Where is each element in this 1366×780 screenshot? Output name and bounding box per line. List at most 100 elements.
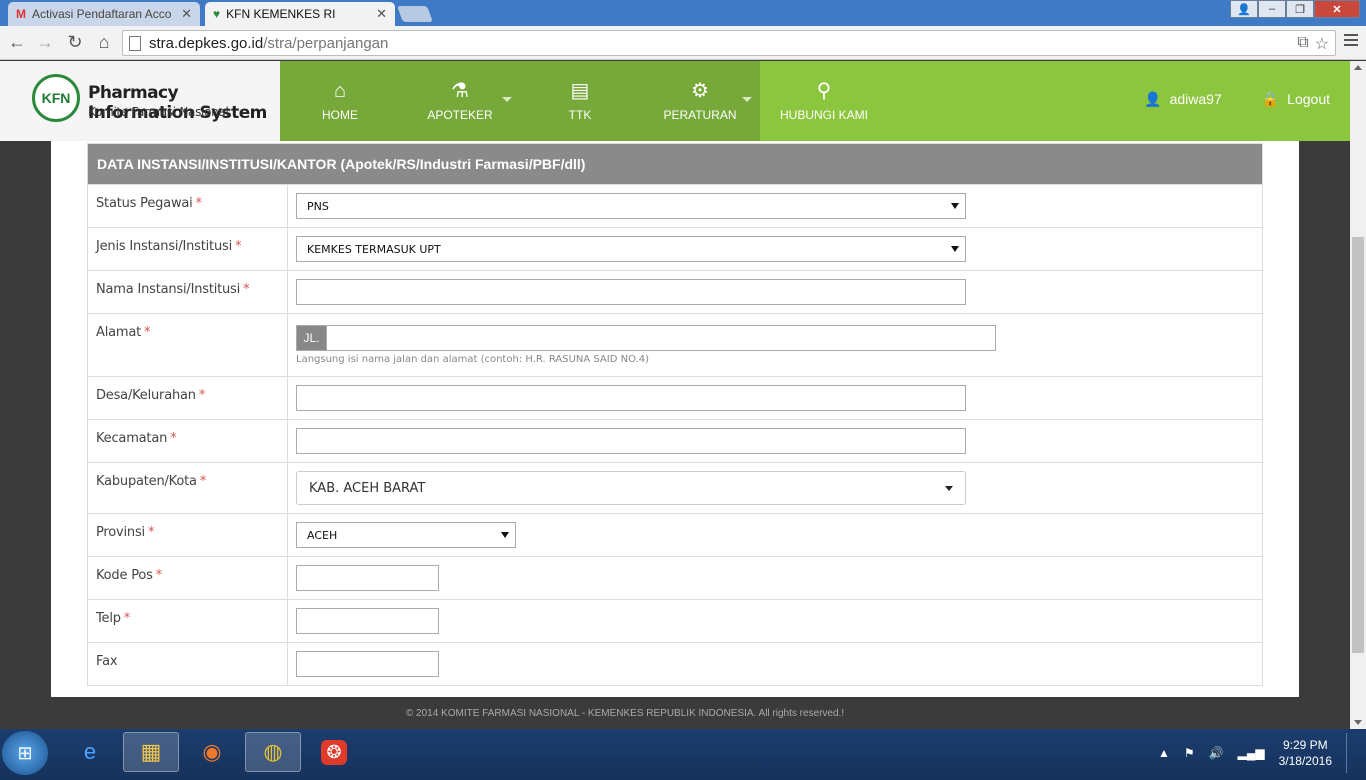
field-cell: ACEH	[288, 514, 1262, 556]
show-hidden-icons[interactable]: ▲	[1158, 746, 1170, 760]
main-nav: ⌂ HOME ⚗ APOTEKER ▤ TTK ⚙ PERATURAN ⚲ HU…	[280, 61, 888, 141]
firefox-icon[interactable]: ◉	[184, 732, 240, 772]
document-icon: ▤	[570, 80, 590, 102]
bookmark-star-icon[interactable]: ☆	[1315, 34, 1329, 54]
kfn-logo: KFN	[32, 74, 80, 122]
url-host: stra.depkes.go.id	[149, 34, 264, 52]
close-tab-icon[interactable]: ✕	[376, 6, 387, 22]
page-icon	[129, 36, 141, 51]
browser-tab-kfn[interactable]: ♥ KFN KEMENKES RI ✕	[205, 2, 395, 26]
browser-tab-strip: M Activasi Pendaftaran Acco ✕ ♥ KFN KEME…	[0, 0, 1366, 26]
label-text: Jenis Instansi/Institusi	[96, 239, 232, 254]
browser-toolbar: ← → ↻ ⌂ stra.depkes.go.id/stra/perpanjan…	[0, 26, 1366, 60]
scroll-down-icon[interactable]	[1354, 720, 1362, 725]
required-mark: *	[234, 239, 242, 254]
nav-hubungi-kami[interactable]: ⚲ HUBUNGI KAMI	[760, 61, 888, 141]
field-label: Desa/Kelurahan *	[88, 377, 288, 419]
clock[interactable]: 9:29 PM 3/18/2016	[1279, 737, 1332, 769]
dropdown-arrow-icon	[501, 532, 509, 538]
form-row-kode-pos: Kode Pos *	[88, 556, 1262, 599]
nav-label: HUBUNGI KAMI	[779, 108, 868, 122]
username: adiwa97	[1169, 91, 1222, 107]
translate-icon[interactable]: ⧉	[1297, 34, 1308, 54]
nav-apoteker[interactable]: ⚗ APOTEKER	[400, 61, 520, 141]
reload-icon[interactable]: ↻	[64, 31, 86, 53]
system-tray: ▲ ⚑ 🔊 ▂▄▆ 9:29 PM 3/18/2016	[1158, 733, 1356, 773]
flag-icon[interactable]: ⚑	[1184, 746, 1195, 760]
required-mark: *	[170, 431, 177, 446]
browser-menu-icon[interactable]	[1344, 34, 1358, 49]
nav-label: APOTEKER	[427, 108, 493, 122]
volume-icon[interactable]: 🔊	[1209, 746, 1224, 760]
field-label: Provinsi *	[88, 514, 288, 556]
scroll-up-icon[interactable]	[1354, 65, 1362, 70]
snagit-icon[interactable]: ❂	[306, 732, 362, 772]
label-text: Desa/Kelurahan	[96, 388, 196, 403]
internet-explorer-icon[interactable]: e	[62, 732, 118, 772]
home-icon: ⌂	[333, 80, 347, 102]
tab-title: KFN KEMENKES RI	[226, 7, 336, 21]
address-bar[interactable]: stra.depkes.go.id/stra/perpanjangan ⧉ ☆	[122, 30, 1336, 56]
brand[interactable]: KFN Pharmacy Information System Komite F…	[0, 61, 280, 141]
chrome-icon[interactable]: ◍	[245, 732, 301, 772]
desa-input[interactable]	[296, 385, 966, 411]
required-mark: *	[198, 388, 206, 403]
network-icon[interactable]: ▂▄▆	[1238, 746, 1265, 760]
form-heading: DATA INSTANSI/INSTITUSI/KANTOR (Apotek/R…	[88, 144, 1262, 184]
logout-link[interactable]: 🔒 Logout	[1262, 91, 1330, 108]
close-tab-icon[interactable]: ✕	[181, 6, 192, 22]
home-icon[interactable]: ⌂	[93, 31, 115, 53]
user-icon[interactable]: 👤	[1230, 0, 1258, 18]
show-desktop-button[interactable]	[1346, 733, 1356, 773]
browser-tab-gmail[interactable]: M Activasi Pendaftaran Acco ✕	[8, 2, 200, 26]
new-tab-button[interactable]	[397, 6, 433, 22]
user-menu[interactable]: 👤 adiwa97	[1144, 91, 1222, 108]
maximize-button[interactable]: ❐	[1286, 0, 1314, 18]
start-button[interactable]: ⊞	[2, 731, 48, 775]
forward-icon[interactable]: →	[34, 31, 56, 53]
field-label: Kabupaten/Kota *	[88, 463, 288, 513]
kecamatan-input[interactable]	[296, 428, 966, 454]
required-mark: *	[123, 611, 131, 626]
close-window-button[interactable]: ✕	[1314, 0, 1360, 18]
nav-peraturan[interactable]: ⚙ PERATURAN	[640, 61, 760, 141]
minimize-button[interactable]: –	[1258, 0, 1286, 18]
file-explorer-icon[interactable]: ▦	[123, 732, 179, 772]
field-cell	[288, 271, 1262, 313]
label-text: Status Pegawai	[96, 196, 193, 211]
dropdown-arrow-icon	[951, 203, 959, 209]
fax-input[interactable]	[296, 651, 439, 677]
back-icon[interactable]: ←	[6, 31, 28, 53]
field-label: Kecamatan *	[88, 420, 288, 462]
telp-input[interactable]	[296, 608, 439, 634]
nav-ttk[interactable]: ▤ TTK	[520, 61, 640, 141]
alamat-hint: Langsung isi nama jalan dan alamat (cont…	[296, 354, 649, 365]
jenis-instansi-select[interactable]: KEMKES TERMASUK UPT	[296, 236, 966, 262]
instansi-form: DATA INSTANSI/INSTITUSI/KANTOR (Apotek/R…	[87, 143, 1263, 686]
required-mark: *	[243, 282, 250, 297]
chevron-down-icon	[742, 97, 752, 102]
label-text: Alamat	[96, 325, 141, 340]
main-content: DATA INSTANSI/INSTITUSI/KANTOR (Apotek/R…	[51, 141, 1299, 697]
gmail-icon: M	[16, 7, 26, 21]
scrollbar-thumb[interactable]	[1352, 237, 1364, 653]
status-pegawai-select[interactable]: PNS	[296, 193, 966, 219]
alamat-input[interactable]	[327, 325, 996, 351]
form-row-status-pegawai: Status Pegawai * PNS	[88, 184, 1262, 227]
label-text: Kecamatan	[96, 431, 168, 446]
vertical-scrollbar[interactable]	[1350, 61, 1366, 729]
provinsi-select[interactable]: ACEH	[296, 522, 516, 548]
nav-home[interactable]: ⌂ HOME	[280, 61, 400, 141]
label-text: Kabupaten/Kota	[96, 474, 197, 489]
kfn-icon: ♥	[213, 7, 221, 21]
nama-instansi-input[interactable]	[296, 279, 966, 305]
label-text: Nama Instansi/Institusi	[96, 282, 241, 297]
required-mark: *	[199, 474, 207, 489]
kode-pos-input[interactable]	[296, 565, 439, 591]
kabupaten-select[interactable]: KAB. ACEH BARAT	[296, 471, 966, 505]
map-pin-icon: ⚲	[816, 80, 832, 102]
form-row-telp: Telp *	[88, 599, 1262, 642]
label-text: Fax	[96, 654, 118, 669]
field-cell	[288, 377, 1262, 419]
nav-label: TTK	[568, 108, 592, 122]
